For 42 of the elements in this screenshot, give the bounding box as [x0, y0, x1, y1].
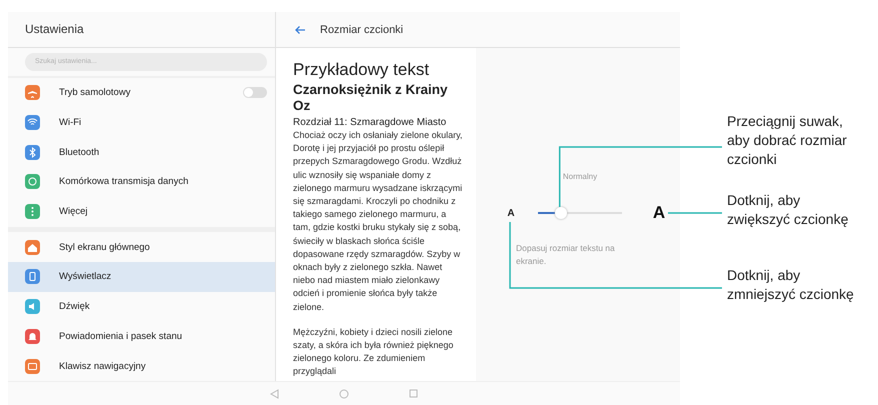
- chapter-title: Rozdział 11: Szmaragdowe Miasto: [293, 117, 448, 128]
- settings-label: Klawisz nawigacyjny: [59, 360, 147, 372]
- settings-label: Komórkowa transmisja danych: [59, 176, 190, 188]
- size-label: Normalny: [562, 171, 598, 183]
- settings-item[interactable]: Bluetooth: [8, 137, 275, 168]
- settings-label: Wi-Fi: [59, 116, 82, 128]
- slider-thumb[interactable]: [554, 207, 567, 219]
- sample-heading: Przykładowy tekst: [293, 60, 430, 80]
- settings-label: Tryb samolotowy: [59, 87, 132, 98]
- increase-font-button[interactable]: A: [652, 203, 666, 223]
- settings-label: Styl ekranu głównego: [59, 242, 151, 253]
- settings-label: Bluetooth: [59, 146, 100, 158]
- settings-item[interactable]: Powiadomienia i pasek stanu: [8, 321, 275, 352]
- toggle-switch[interactable]: [243, 87, 267, 98]
- settings-item[interactable]: Więcej: [8, 196, 275, 227]
- settings-item[interactable]: Tryb samolotowy: [8, 78, 275, 108]
- sample-paragraph: Mężczyźni, kobiety i dzieci nosili zielone szaty, a skóra ich była również pięknego zielonego koloru. Ze zdumieniem przyglądali: [293, 326, 454, 378]
- decrease-font-button[interactable]: A: [506, 208, 516, 218]
- settings-item[interactable]: Styl ekranu głównego: [8, 232, 275, 262]
- settings-label: Więcej: [59, 206, 89, 218]
- page-title: Rozmiar czcionki: [320, 24, 404, 36]
- recents-icon[interactable]: [409, 389, 418, 398]
- settings-item[interactable]: Dźwięk: [8, 292, 275, 322]
- callout-text: Przeciągnij suwak, aby dobrać rozmiar czcionki: [727, 112, 848, 169]
- settings-label: Dźwięk: [59, 301, 91, 312]
- back-icon[interactable]: [270, 388, 279, 398]
- book-title: Czarnoksiężnik z Krainy Oz: [293, 82, 449, 114]
- leader-line: [668, 212, 722, 214]
- settings-label: Wyświetlacz: [59, 271, 112, 282]
- sidebar-title: Ustawienia: [8, 12, 275, 48]
- callout-text: Dotknij, aby zwiększyć czcionkę: [727, 191, 850, 229]
- home-icon[interactable]: [339, 388, 349, 398]
- settings-item[interactable]: Wyświetlacz: [8, 262, 275, 292]
- slider-caption: Dopasuj rozmiar tekstu na ekranie.: [516, 242, 616, 268]
- back-icon[interactable]: [294, 24, 306, 34]
- callout-text: Dotknij, aby zmniejszyć czcionkę: [727, 266, 855, 304]
- font-size-slider[interactable]: [538, 207, 622, 219]
- sample-paragraph: Chociaż oczy ich osłaniały zielone okulary, Dorotę i jej przyjaciół po prostu oślepił przepych Szmaragdowego Grodu. Wzdłuż ulic wznosiły się wspaniałe domy z zielonego marmuru wysadzane iskrzącymi się szmaragdami. Kroczyli po chodniku z takiego samego zielonego marmuru, a tam, gdzie kostki bruku stykały się z sobą, świeciły w blaskach słońca ściśle dopasowane rzędy szmaragdów. Szyby w oknach były z zielonego szkła. Nawet niebo nad miastem miało zielonkawy odcień i promienie słońca były także zielone.: [293, 129, 464, 314]
- settings-item[interactable]: Komórkowa transmisja danych: [8, 167, 275, 197]
- settings-item[interactable]: Klawisz nawigacyjny: [8, 351, 275, 381]
- settings-label: Powiadomienia i pasek stanu: [59, 330, 184, 342]
- settings-item[interactable]: Wi-Fi: [8, 108, 275, 138]
